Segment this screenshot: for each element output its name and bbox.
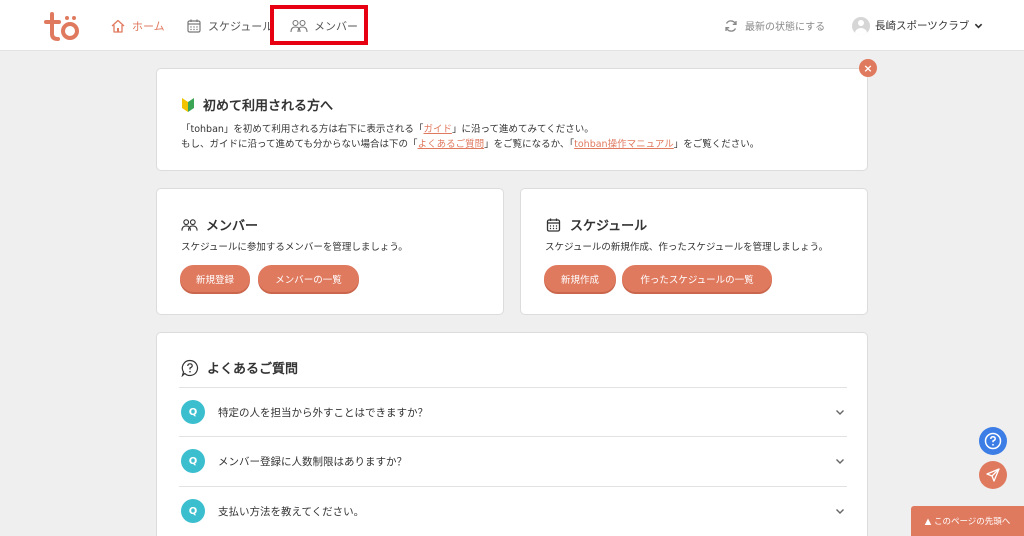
chevron-down-icon — [836, 459, 844, 464]
home-icon — [111, 19, 125, 33]
guide-title: 初めて利用される方へ — [181, 95, 333, 114]
guide-text-line1: 「tohban」を初めて利用される方は右下に表示される「ガイド」に沿って進めてみ… — [181, 121, 594, 135]
new-schedule-button[interactable]: 新規作成 — [544, 265, 616, 292]
q-badge: Q — [181, 449, 205, 473]
contact-button[interactable] — [979, 461, 1007, 489]
close-guide-button[interactable]: × — [859, 59, 877, 77]
guide-text: 「tohban」を初めて利用される方は右下に表示される「 — [181, 124, 424, 135]
nav-schedule[interactable]: スケジュール — [186, 0, 273, 51]
schedule-card-desc: スケジュールの新規作成、作ったスケジュールを管理しましょう。 — [545, 242, 829, 253]
account-menu[interactable]: 長崎スポーツクラブ — [852, 0, 983, 51]
guide-text: もし、ガイドに沿って進めても分からない場合は下の「 — [181, 139, 418, 150]
member-card: メンバー スケジュールに参加するメンバーを管理しましょう。 新規登録 メンバーの… — [156, 188, 504, 315]
back-to-top-button[interactable]: ▲ このページの先頭へ — [911, 506, 1024, 536]
faq-item[interactable]: Q 特定の人を担当から外すことはできますか？ — [179, 387, 847, 436]
q-badge: Q — [181, 400, 205, 424]
faq-title-text: よくあるご質問 — [207, 362, 299, 377]
highlight-box — [270, 5, 368, 45]
members-icon — [181, 218, 198, 231]
faq-question: 特定の人を担当から外すことはできますか？ — [218, 406, 428, 419]
faq-item[interactable]: Q 支払い方法を教えてください。 — [179, 486, 847, 535]
help-button[interactable] — [979, 427, 1007, 455]
chevron-down-icon — [836, 509, 844, 514]
schedule-card: スケジュール スケジュールの新規作成、作ったスケジュールを管理しましょう。 新規… — [520, 188, 868, 315]
chevron-down-icon — [836, 410, 844, 415]
member-card-title: メンバー — [181, 215, 258, 234]
new-member-button[interactable]: 新規登録 — [180, 265, 250, 292]
tohban-logo[interactable] — [44, 10, 80, 42]
faq-title: よくあるご質問 — [181, 358, 298, 377]
question-bubble-icon — [181, 359, 199, 377]
member-list-button[interactable]: メンバーの一覧 — [258, 265, 359, 292]
manual-link[interactable]: tohban操作マニュアル — [574, 139, 674, 150]
guide-title-text: 初めて利用される方へ — [203, 99, 334, 114]
top-header: ホーム スケジュール メンバー 最新の状態にする 長崎スポーツクラブ — [0, 0, 1024, 51]
refresh-icon — [725, 19, 737, 32]
chevron-down-icon — [975, 23, 983, 29]
schedule-list-button[interactable]: 作ったスケジュールの一覧 — [622, 265, 772, 292]
q-badge: Q — [181, 499, 205, 523]
faq-question: 支払い方法を教えてください。 — [218, 505, 365, 518]
guide-text: 」をご覧ください。 — [673, 139, 760, 150]
account-name: 長崎スポーツクラブ — [875, 20, 970, 32]
guide-card: 初めて利用される方へ 「tohban」を初めて利用される方は右下に表示される「ガ… — [156, 68, 868, 171]
nav-home[interactable]: ホーム — [110, 0, 165, 51]
faq-item[interactable]: Q メンバー登録に人数制限はありますか？ — [179, 436, 847, 485]
nav-schedule-label: スケジュール — [208, 19, 274, 33]
refresh-button[interactable]: 最新の状態にする — [724, 0, 825, 51]
faq-card: よくあるご質問 Q 特定の人を担当から外すことはできますか？ Q メンバー登録に… — [156, 332, 868, 536]
guide-link[interactable]: ガイド — [423, 124, 452, 135]
faq-question: メンバー登録に人数制限はありますか？ — [218, 455, 407, 468]
member-card-desc: スケジュールに参加するメンバーを管理しましょう。 — [181, 242, 408, 253]
beginner-mark-icon — [182, 97, 194, 112]
calendar-icon — [546, 218, 561, 232]
guide-text: 」に沿って進めてみてください。 — [451, 124, 594, 135]
schedule-card-title: スケジュール — [545, 215, 647, 234]
member-card-title-text: メンバー — [206, 219, 259, 234]
guide-text-line2: もし、ガイドに沿って進めても分からない場合は下の「よくあるご質問」をご覧になるか… — [181, 136, 759, 150]
calendar-icon — [187, 19, 201, 33]
guide-text: 」をご覧になるか、「 — [484, 139, 575, 150]
paper-plane-icon — [986, 468, 1000, 482]
nav-home-label: ホーム — [132, 19, 165, 33]
faq-link[interactable]: よくあるご質問 — [418, 139, 485, 150]
help-icon — [984, 432, 1002, 450]
avatar — [852, 16, 870, 35]
refresh-label: 最新の状態にする — [745, 22, 826, 33]
schedule-card-title-text: スケジュール — [570, 219, 648, 234]
